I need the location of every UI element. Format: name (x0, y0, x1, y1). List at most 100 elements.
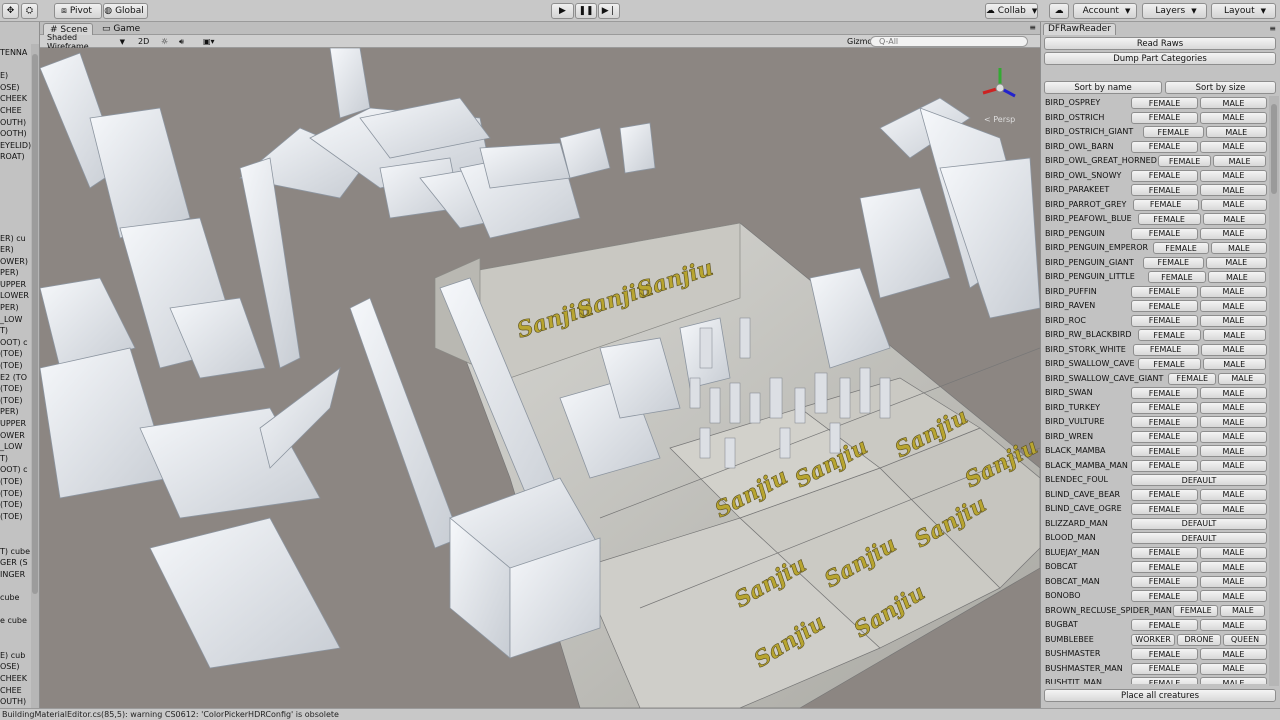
hierarchy-item[interactable]: (TOE) (0, 395, 32, 407)
hierarchy-item[interactable]: CHEEK (0, 93, 32, 105)
creature-male-button[interactable]: MALE (1205, 126, 1267, 138)
creature-female-button[interactable]: FEMALE (1131, 561, 1198, 573)
hierarchy-scroll-thumb[interactable] (32, 54, 38, 594)
creature-male-button[interactable]: MALE (1200, 300, 1267, 312)
creature-male-button[interactable]: MALE (1200, 503, 1267, 515)
hierarchy-item[interactable]: CHEEK (0, 673, 32, 685)
hierarchy-item[interactable]: (TOE) (0, 348, 32, 360)
hierarchy-item[interactable] (0, 534, 32, 546)
creature-female-button[interactable]: FEMALE (1132, 198, 1199, 211)
hierarchy-item[interactable] (0, 522, 32, 534)
hierarchy-item[interactable]: (TOE) (0, 499, 32, 511)
creature-male-button[interactable]: MALE (1200, 285, 1267, 298)
pause-button[interactable]: ❚❚ (575, 3, 597, 19)
creature-female-button[interactable]: FEMALE (1131, 111, 1198, 124)
hierarchy-item[interactable] (0, 186, 32, 198)
creature-female-button[interactable]: FEMALE (1131, 285, 1198, 298)
scene-viewport[interactable]: Sanjiu Sanjiu Sanjiu Sanjiu Sanjiu Sanji… (40, 48, 1040, 708)
creature-female-button[interactable]: FEMALE (1142, 256, 1204, 269)
creature-female-button[interactable]: FEMALE (1131, 401, 1198, 414)
hierarchy-item[interactable] (0, 198, 32, 210)
hierarchy-item[interactable]: PER) (0, 406, 32, 418)
creature-worker-button[interactable]: WORKER (1131, 633, 1175, 646)
creature-female-button[interactable]: FEMALE (1131, 488, 1198, 501)
hierarchy-item[interactable]: ER) (0, 244, 32, 256)
creature-female-button[interactable]: FEMALE (1131, 140, 1198, 153)
global-toggle[interactable]: ◍ Global (103, 3, 148, 19)
hierarchy-item[interactable]: OUTH) (0, 117, 32, 129)
step-button[interactable]: ▶❘ (598, 3, 620, 19)
creature-male-button[interactable]: MALE (1200, 97, 1267, 109)
hierarchy-item[interactable]: T) (0, 453, 32, 465)
creature-female-button[interactable]: FEMALE (1131, 648, 1198, 660)
creature-female-button[interactable]: FEMALE (1147, 271, 1206, 283)
creature-male-button[interactable]: MALE (1220, 604, 1266, 617)
creature-male-button[interactable]: MALE (1211, 242, 1267, 254)
hierarchy-item[interactable]: CHEE (0, 685, 32, 697)
hierarchy-item[interactable]: PER) (0, 267, 32, 279)
creature-male-button[interactable]: MALE (1200, 648, 1267, 660)
creature-male-button[interactable]: MALE (1200, 619, 1267, 631)
creature-female-button[interactable]: FEMALE (1131, 459, 1198, 472)
hierarchy-item[interactable] (0, 604, 32, 616)
panel-menu-icon[interactable]: ≡ (1269, 24, 1276, 33)
hierarchy-item[interactable]: OWER (0, 430, 32, 442)
creature-female-button[interactable]: FEMALE (1131, 227, 1198, 240)
hierarchy-item[interactable]: _LOW (0, 314, 32, 326)
hierarchy-item[interactable]: ROAT) (0, 151, 32, 163)
audio-toggle-icon[interactable]: 🔊︎ (176, 36, 187, 47)
creature-male-button[interactable]: MALE (1207, 271, 1266, 283)
creature-male-button[interactable]: MALE (1200, 662, 1267, 675)
creature-female-button[interactable]: FEMALE (1131, 677, 1198, 684)
hierarchy-item[interactable]: CHEE (0, 105, 32, 117)
cloud-services-button[interactable]: ☁ (1049, 3, 1069, 19)
creature-male-button[interactable]: MALE (1218, 372, 1267, 385)
hierarchy-item[interactable]: E) cub (0, 650, 32, 662)
creature-female-button[interactable]: FEMALE (1131, 184, 1198, 196)
hierarchy-item[interactable]: UPPER (0, 418, 32, 430)
hierarchy-item[interactable] (0, 580, 32, 592)
hierarchy-item[interactable]: (TOE) (0, 383, 32, 395)
hierarchy-item[interactable]: E2 (TO (0, 372, 32, 384)
persp-label[interactable]: < Persp (984, 115, 1015, 124)
hierarchy-item[interactable]: (TOE) (0, 476, 32, 488)
hierarchy-item[interactable]: OSE) (0, 82, 32, 94)
status-message[interactable]: BuildingMaterialEditor.cs(85,5): warning… (2, 710, 339, 719)
creature-female-button[interactable]: FEMALE (1131, 169, 1198, 182)
creature-male-button[interactable]: MALE (1200, 459, 1267, 472)
hierarchy-scrollbar[interactable] (31, 44, 39, 708)
hierarchy-item[interactable]: (TOE) (0, 360, 32, 372)
hierarchy-item[interactable]: T) cube (0, 546, 32, 558)
creature-list-scroll-thumb[interactable] (1271, 104, 1277, 194)
hierarchy-item[interactable]: EYELID) (0, 140, 32, 152)
sort-by-size-button[interactable]: Sort by size (1165, 81, 1276, 94)
creature-female-button[interactable]: FEMALE (1137, 358, 1201, 370)
hierarchy-item[interactable] (0, 59, 32, 71)
hierarchy-item[interactable]: OOTH) (0, 128, 32, 140)
creature-default-button[interactable]: DEFAULT (1131, 517, 1267, 530)
creature-male-button[interactable]: MALE (1200, 401, 1267, 414)
hierarchy-item[interactable] (0, 638, 32, 650)
creature-male-button[interactable]: MALE (1200, 430, 1267, 443)
creature-female-button[interactable]: FEMALE (1131, 300, 1198, 312)
creature-male-button[interactable]: MALE (1213, 155, 1267, 167)
creature-female-button[interactable]: FEMALE (1131, 503, 1198, 515)
creature-female-button[interactable]: FEMALE (1153, 242, 1209, 254)
hierarchy-item[interactable] (0, 627, 32, 639)
creature-male-button[interactable]: MALE (1200, 488, 1267, 501)
hierarchy-item[interactable]: LOWER (0, 290, 32, 302)
hierarchy-item[interactable] (0, 209, 32, 221)
hierarchy-item[interactable]: e cube (0, 615, 32, 627)
place-all-creatures-button[interactable]: Place all creatures (1044, 689, 1276, 702)
creature-female-button[interactable]: FEMALE (1137, 213, 1201, 225)
scene-search-input[interactable]: Q-All (870, 36, 1028, 47)
hierarchy-item[interactable] (0, 163, 32, 175)
creature-male-button[interactable]: MALE (1202, 329, 1266, 341)
creature-female-button[interactable]: FEMALE (1173, 604, 1219, 617)
layers-dropdown[interactable]: Layers ▼ (1142, 3, 1207, 19)
creature-male-button[interactable]: MALE (1200, 677, 1267, 684)
layout-dropdown[interactable]: Layout ▼ (1211, 3, 1276, 19)
creature-female-button[interactable]: FEMALE (1131, 445, 1198, 457)
account-dropdown[interactable]: Account ▼ (1073, 3, 1137, 19)
creature-female-button[interactable]: FEMALE (1131, 662, 1198, 675)
